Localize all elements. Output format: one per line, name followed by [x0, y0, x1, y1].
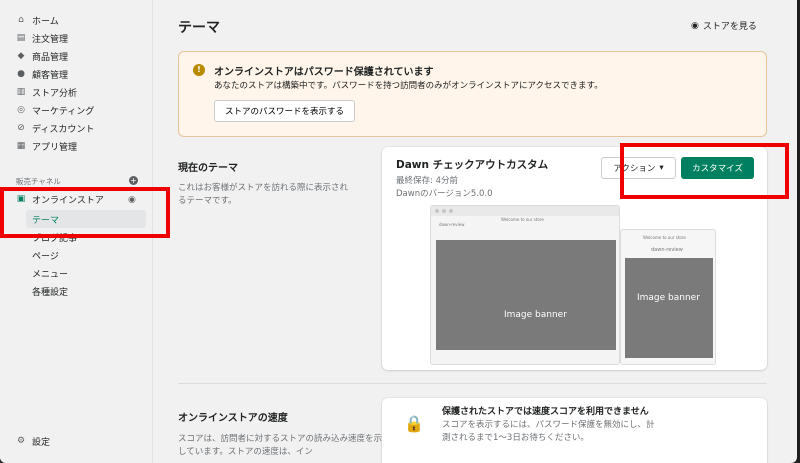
discount-icon: ⊘: [17, 123, 25, 133]
add-channel-icon[interactable]: +: [129, 176, 138, 185]
orders-icon: ▤: [16, 33, 26, 43]
gear-icon: ⚙: [16, 436, 26, 446]
desktop-welcome: Welcome to our store: [501, 217, 544, 222]
mobile-welcome: Welcome to our store: [643, 235, 686, 240]
speed-card-text: スコアを表示するには、パスワード保護を無効にし、計測されるまで1〜3日お待ちくだ…: [442, 420, 655, 443]
sales-channels-label: 販売チャネル: [16, 177, 61, 186]
customers-icon: ●: [17, 69, 25, 79]
sidebar-item-apps[interactable]: ▦ アプリ管理: [16, 137, 77, 155]
sidebar-subitem-menu[interactable]: メニュー: [32, 267, 68, 280]
mobile-hero-image: Image banner: [625, 258, 713, 358]
highlight-online-store: [0, 187, 170, 238]
sidebar-item-marketing[interactable]: ◎ マーケティング: [16, 101, 94, 119]
banner-text: あなたのストアは構築中です。パスワードを持つ訪問者のみがオンラインストアにアクセ…: [214, 81, 603, 91]
sidebar-item-home[interactable]: ⌂ ホーム: [16, 11, 59, 29]
divider: [178, 383, 767, 384]
page-title: テーマ: [178, 20, 220, 36]
tag-icon: ◆: [17, 51, 25, 61]
show-password-button[interactable]: ストアのパスワードを表示する: [214, 100, 356, 122]
desktop-hero-image: Image banner: [436, 240, 616, 350]
mobile-store-name: dawn-review: [651, 247, 683, 253]
desktop-preview: dawn-review Welcome to our store Image b…: [430, 205, 620, 365]
highlight-customize: [620, 143, 789, 199]
lock-icon: 🔒: [404, 414, 424, 433]
sidebar-item-discounts[interactable]: ⊘ ディスカウント: [16, 119, 94, 137]
speed-card: 🔒 保護されたストアでは速度スコアを利用できません スコアを表示するには、パスワ…: [382, 398, 767, 463]
view-store-link[interactable]: ◉ ストアを見る: [691, 19, 757, 33]
sidebar-item-products[interactable]: ◆ 商品管理: [16, 47, 68, 65]
mobile-preview: Welcome to our store dawn-review Image b…: [620, 229, 716, 365]
warning-icon: !: [193, 64, 205, 76]
current-theme-title: 現在のテーマ: [178, 163, 238, 174]
speed-desc: スコアは、訪問者に対するストアの読み込み速度を示しています。ストアの速度は、イン: [178, 434, 383, 457]
sidebar-item-settings[interactable]: ⚙ 設定: [16, 432, 50, 450]
theme-preview[interactable]: dawn-review Welcome to our store Image b…: [430, 205, 726, 365]
sidebar-item-analytics[interactable]: ▥ ストア分析: [16, 83, 77, 101]
eye-icon: ◉: [691, 20, 699, 31]
current-theme-desc: これはお客様がストアを訪れる際に表示されるテーマです。: [178, 183, 349, 206]
sidebar-item-orders[interactable]: ▤ 注文管理: [16, 29, 68, 47]
sidebar-subitem-pages[interactable]: ページ: [32, 249, 59, 262]
app-frame: ⌂ ホーム ▤ 注文管理 ◆ 商品管理 ● 顧客管理 ▥ ストア分析 ◎ マーケティング ⊘…: [0, 0, 797, 463]
desktop-store-name: dawn-review: [439, 222, 465, 227]
marketing-icon: ◎: [17, 105, 25, 115]
speed-title: オンラインストアの速度: [178, 413, 288, 424]
analytics-icon: ▥: [16, 87, 26, 97]
speed-card-title: 保護されたストアでは速度スコアを利用できません: [442, 407, 649, 417]
sidebar-subitem-preferences[interactable]: 各種設定: [32, 285, 68, 298]
theme-version: Dawnのバージョン5.0.0: [396, 189, 493, 199]
theme-saved: 最終保存: 4分前: [396, 176, 458, 186]
main-content: テーマ ◉ ストアを見る ! オンラインストアはパスワード保護されています あなた…: [154, 0, 797, 463]
password-banner: ! オンラインストアはパスワード保護されています あなたのストアは構築中です。パ…: [178, 51, 767, 137]
home-icon: ⌂: [18, 15, 24, 25]
sidebar-item-customers[interactable]: ● 顧客管理: [16, 65, 68, 83]
theme-name: Dawn チェックアウトカスタム: [396, 159, 549, 171]
apps-icon: ▦: [16, 141, 26, 151]
banner-title: オンラインストアはパスワード保護されています: [214, 67, 434, 78]
